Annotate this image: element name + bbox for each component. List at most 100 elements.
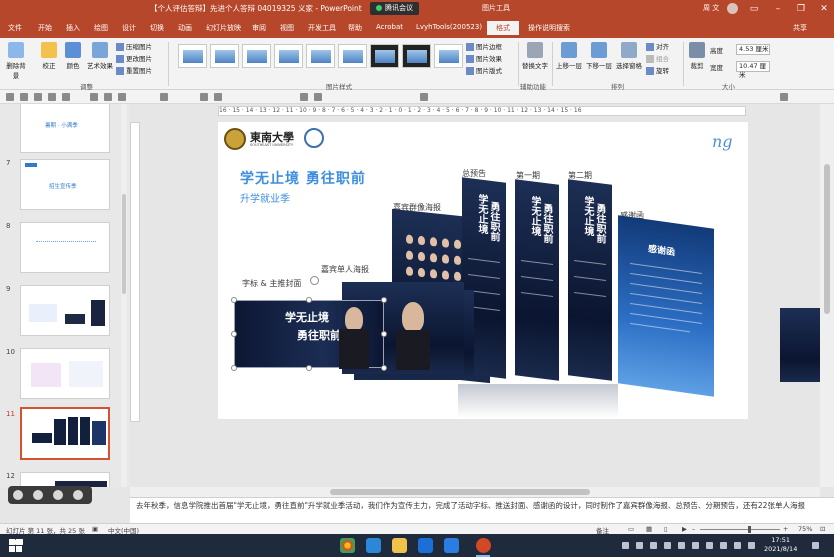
height-field[interactable]: 4.53 厘米 [736,44,770,55]
width-field[interactable]: 10.47 厘米 [736,61,770,79]
compress-pictures-button[interactable]: 压缩图片 [116,41,152,51]
select-icon[interactable] [6,93,14,101]
pi-icon[interactable] [420,93,428,101]
close-icon[interactable]: ✕ [816,1,832,17]
speaker-notes[interactable]: 去年秋季，信息学院推出首届"学无止境，勇往直前"升学就业季活动，我们作为宣传主力… [130,497,834,523]
picture-style-3[interactable] [242,44,271,68]
reading-view-icon[interactable]: ▯ [664,525,668,533]
minimize-icon[interactable]: – [770,1,786,17]
resize-handle[interactable] [231,331,237,337]
maximize-icon[interactable]: ❐ [793,1,809,17]
tab-help[interactable]: 帮助 [348,23,362,33]
slide-thumbnail-10[interactable] [20,348,110,399]
resize-handle[interactable] [306,365,312,371]
tab-file[interactable]: 文件 [8,23,22,33]
folder-icon[interactable] [392,538,407,553]
meeting-floating-toolbar[interactable] [8,486,92,504]
line-icon[interactable] [48,93,56,101]
undo-icon[interactable] [200,93,208,101]
fill-icon[interactable] [34,93,42,101]
spellcheck-icon[interactable]: ▣ [92,525,98,533]
alt-text-button[interactable]: 替换文字 [522,42,548,70]
user-name[interactable]: 周 文 [703,3,719,13]
tab-draw[interactable]: 绘图 [94,23,108,33]
more-icon[interactable] [73,490,83,500]
picture-style-2[interactable] [210,44,239,68]
reset-picture-button[interactable]: 重置图片 [116,65,152,75]
artistic-effects-button[interactable]: 艺术效果 [86,42,114,70]
screen-share-icon[interactable] [53,490,63,500]
rotate-button[interactable]: 旋转 [646,65,669,75]
align-center-icon[interactable] [104,93,112,101]
tab-format[interactable]: 格式 [487,21,519,35]
slide-thumbnail-6[interactable]: 暑期 · 小满季 [20,104,110,153]
notification-icon[interactable] [812,542,819,549]
crop-button[interactable]: 裁剪 [687,42,707,70]
change-picture-button[interactable]: 更改图片 [116,53,152,63]
chrome-icon[interactable] [340,538,355,553]
meeting-indicator[interactable]: 腾讯会议 [370,2,419,15]
picture-layout-button[interactable]: 图片版式 [466,65,502,75]
redo-icon[interactable] [214,93,222,101]
italic-icon[interactable] [314,93,322,101]
tab-view[interactable]: 视图 [280,23,294,33]
slide-thumbnail-11[interactable] [20,407,110,460]
share-button[interactable]: 共享 [793,23,807,33]
ribbon-display-icon[interactable]: ▭ [746,1,762,17]
resize-handle[interactable] [306,297,312,303]
picture-style-1[interactable] [178,44,207,68]
tab-insert[interactable]: 插入 [66,23,80,33]
text-icon[interactable] [62,93,70,101]
align-right-icon[interactable] [118,93,126,101]
cover-banner[interactable]: 学无止境 勇往职前 [234,300,384,369]
expand-icon[interactable] [780,93,788,101]
tab-home[interactable]: 开始 [38,23,52,33]
resize-handle[interactable] [231,365,237,371]
vertical-scrollbar[interactable] [820,104,834,487]
fit-slide-icon[interactable]: ⊡ [820,525,825,533]
zoom-level[interactable]: 75% [798,525,812,533]
corrections-button[interactable]: 校正 [38,42,60,70]
slide-thumbnail-8[interactable] [20,222,110,273]
arrange-icon[interactable] [160,93,168,101]
resize-handle[interactable] [231,297,237,303]
keyboard-icon[interactable] [692,542,699,549]
camera-icon[interactable] [33,490,43,500]
picture-style-4[interactable] [274,44,303,68]
tab-acrobat[interactable]: Acrobat [376,23,403,31]
tray-up-icon[interactable] [622,542,629,549]
video-app-icon[interactable] [418,538,433,553]
align-button[interactable]: 对齐 [646,41,669,51]
bold-icon[interactable] [300,93,308,101]
resize-handle[interactable] [381,297,387,303]
slide-thumbnail-7[interactable]: 招生宣传季 [20,159,110,210]
vscode-icon[interactable] [366,538,381,553]
horizontal-scrollbar[interactable] [130,487,820,497]
remove-background-button[interactable]: 删除背景 [4,42,28,80]
offslide-poster[interactable] [780,308,820,382]
thumbnail-scrollbar[interactable] [121,104,127,487]
shape-icon[interactable] [20,93,28,101]
zoom-out-icon[interactable]: – [692,525,695,533]
picture-style-8[interactable] [402,44,431,68]
network-icon[interactable] [636,542,643,549]
normal-view-icon[interactable]: ▭ [628,525,634,533]
system-clock[interactable]: 17:51 2021/8/14 [764,536,797,554]
display-icon[interactable] [706,542,713,549]
slide-thumbnail-12[interactable] [20,472,110,487]
tab-developer[interactable]: 开发工具 [308,23,336,33]
group-button[interactable]: 组合 [646,53,669,63]
tab-review[interactable]: 审阅 [252,23,266,33]
avatar[interactable] [727,3,738,14]
period1-poster[interactable]: 学无止境 勇往职前 [515,179,559,381]
tab-transitions[interactable]: 切换 [150,23,164,33]
wifi-icon[interactable] [650,542,657,549]
battery-icon[interactable] [664,542,671,549]
tab-animations[interactable]: 动画 [178,23,192,33]
picture-style-5[interactable] [306,44,335,68]
thanks-letter[interactable]: 感谢函 [618,215,714,397]
tab-slideshow[interactable]: 幻灯片放映 [206,23,241,33]
slideshow-icon[interactable]: ▶ [682,525,687,533]
tell-me-search[interactable]: 操作说明搜索 [528,23,570,33]
resize-handle[interactable] [381,365,387,371]
